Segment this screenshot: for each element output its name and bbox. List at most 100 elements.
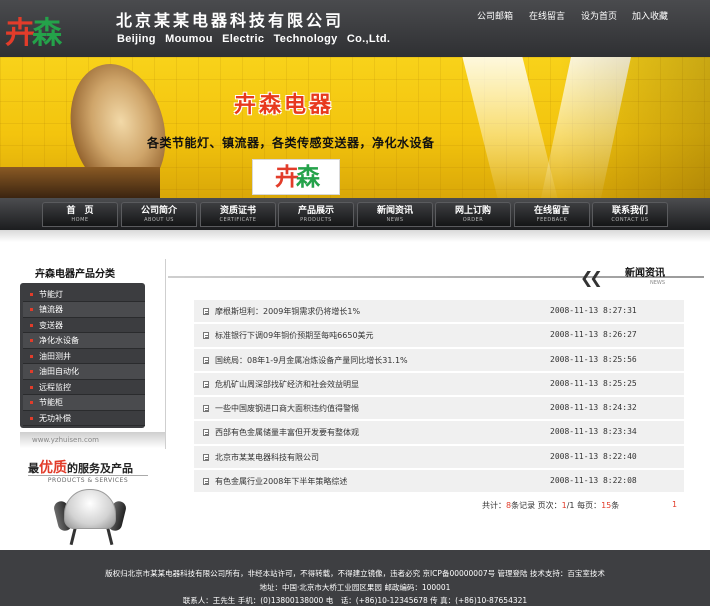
category-label: 油田自动化 [39, 367, 79, 377]
document-icon [203, 308, 209, 315]
category-item[interactable]: 远程监控 [23, 380, 145, 396]
service-title-suffix: 的服务及产品 [67, 462, 133, 475]
news-header-rule [168, 276, 704, 278]
banner-logo: 卉森 [252, 159, 340, 195]
banner-logo-glyph: 森 [296, 162, 320, 191]
sidebar-title: 卉森电器产品分类 [35, 269, 115, 280]
nav-label-en: CONTACT US [611, 217, 649, 223]
banner-slogan: 各类节能灯、镇流器，各类传感变送器，净化水设备 [147, 136, 435, 150]
category-label: 镇流器 [39, 305, 63, 315]
top-links: 公司邮箱 在线留言 设为首页 加入收藏 [0, 9, 710, 23]
double-chevron-icon: ❮❮ [580, 268, 603, 287]
pager-per-page: 15 [601, 501, 612, 510]
nav-item-news[interactable]: 新闻资讯 NEWS [357, 202, 433, 227]
nav-label: 在线留言 [533, 206, 570, 216]
page-link[interactable]: 1 [672, 500, 677, 509]
category-label: 净化水设备 [39, 336, 79, 346]
category-item[interactable]: 镇流器 [23, 302, 145, 318]
site-url-label: www.yzhuisen.com [20, 432, 165, 448]
nav-shadow [0, 230, 710, 242]
category-item[interactable]: 油田测井 [23, 349, 145, 365]
news-date: 2008-11-13 8:25:25 [550, 378, 637, 388]
category-item[interactable]: 净化水设备 [23, 333, 145, 349]
banner: 卉森电器 各类节能灯、镇流器，各类传感变送器，净化水设备 卉森 [0, 57, 710, 198]
category-label: 节能柜 [39, 398, 63, 408]
main-nav: 首 页 HOME 公司简介 ABOUT US 资质证书 CERTIFICATE 产品展… [0, 198, 710, 230]
nav-label-en: ORDER [462, 217, 484, 223]
news-item[interactable]: 有色金属行业2008年下半年策略综述 2008-11-13 8:22:08 [194, 470, 684, 495]
news-item[interactable]: 摩根斯坦利：2009年铜需求仍将增长1% 2008-11-13 8:27:31 [194, 300, 684, 325]
nav-label: 产品展示 [297, 206, 334, 216]
pager-total-label: 共计： [482, 501, 506, 510]
category-item[interactable]: 节能灯 [23, 287, 145, 303]
bullet-icon [30, 401, 33, 405]
footer-copyright: 版权归北京市某某电器科技有限公司所有，非经本站许可，不得转载，不得建立镜像，违者… [105, 569, 605, 578]
document-icon [203, 478, 209, 486]
page: 卉森 北京某某电器科技有限公司 Beijing Moumou Electric … [0, 0, 710, 606]
nav-label: 资质证书 [219, 206, 256, 216]
banner-brand: 卉森电器 [234, 92, 335, 118]
nav-label: 联系我们 [611, 206, 648, 216]
nav-label-en: CERTIFICATE [219, 217, 257, 223]
category-item[interactable]: 变送器 [23, 318, 145, 334]
nav-label: 首 页 [66, 206, 94, 216]
bullet-icon [30, 339, 33, 343]
category-label: 变送器 [39, 320, 63, 330]
toplink-set-homepage[interactable]: 设为首页 [581, 9, 617, 22]
news-section-title-en: NEWS [650, 280, 666, 286]
nav-label: 新闻资讯 [376, 206, 413, 216]
news-item[interactable]: 西部有色金属储量丰富但开发要有整体观 2008-11-13 8:23:34 [194, 421, 684, 446]
service-title-highlight: 优质 [39, 460, 67, 476]
bullet-icon [30, 385, 33, 389]
news-item[interactable]: 危机矿山周深部找矿经济和社会效益明显 2008-11-13 8:25:25 [194, 372, 684, 398]
bullet-icon [30, 323, 33, 327]
news-item[interactable]: 一些中国废钢进口商大面积违约值得警惕 2008-11-13 8:24:32 [194, 397, 684, 422]
pager-per-page-unit: 条 [611, 501, 620, 510]
nav-item-contact[interactable]: 联系我们 CONTACT US [592, 202, 668, 227]
bullet-icon [30, 308, 33, 312]
service-title: 最优质的服务及产品 [28, 457, 133, 477]
news-item[interactable]: 标准银行下调09年铜价预期至每吨6650美元 2008-11-13 8:26:27 [194, 324, 684, 349]
nav-item-feedback[interactable]: 在线留言 FEEDBACK [514, 202, 590, 227]
news-date: 2008-11-13 8:24:32 [550, 403, 637, 413]
pager-total-unit: 条记录 [511, 501, 536, 510]
document-icon [203, 332, 209, 340]
nav-item-products[interactable]: 产品展示 PRODUCTS [278, 202, 354, 227]
nav-item-order[interactable]: 网上订购 ORDER [435, 202, 511, 227]
category-list: 节能灯 镇流器 变送器 净化水设备 油田测井 油田自动化 远程监控 节能柜 无功… [20, 283, 145, 428]
nav-item-certificate[interactable]: 资质证书 CERTIFICATE [200, 202, 276, 227]
category-item[interactable]: 无功补偿 [23, 411, 145, 427]
nav-item-home[interactable]: 首 页 HOME [42, 202, 118, 227]
document-icon [203, 453, 209, 461]
toplink-add-favorites[interactable]: 加入收藏 [632, 9, 668, 22]
footer-contact: 联系人：王先生 手机：(0)13800138000 电 话：(+86)10-12… [182, 596, 528, 605]
category-item[interactable]: 油田自动化 [23, 364, 145, 380]
document-icon [203, 356, 209, 364]
pager-page-label: 页次： [537, 501, 562, 510]
toplink-company-email[interactable]: 公司邮箱 [477, 9, 513, 22]
service-title-prefix: 最 [28, 462, 39, 475]
chair-product-image[interactable] [32, 487, 152, 546]
bullet-icon [30, 354, 33, 358]
category-label: 无功补偿 [39, 413, 71, 423]
news-date: 2008-11-13 8:23:34 [550, 427, 637, 437]
news-section-title: 新闻资讯 [625, 268, 665, 279]
pager-per-page-label: 每页： [577, 501, 602, 510]
category-label: 油田测井 [39, 351, 71, 361]
nav-item-about[interactable]: 公司简介 ABOUT US [121, 202, 197, 227]
toplink-online-message[interactable]: 在线留言 [529, 9, 565, 22]
news-date: 2008-11-13 8:25:56 [550, 354, 637, 364]
news-item[interactable]: 国统局：08年1-9月金属冶炼设备产量同比增长31.1% 2008-11-13 8… [194, 348, 684, 373]
news-item[interactable]: 北京市某某电器科技有限公司 2008-11-13 8:22:40 [194, 445, 684, 471]
banner-logo-glyph: 卉 [275, 162, 299, 191]
news-title: 危机矿山周深部找矿经济和社会效益明显 [215, 379, 359, 389]
bullet-icon [30, 370, 33, 374]
news-date: 2008-11-13 8:22:40 [550, 451, 637, 461]
news-title: 北京市某某电器科技有限公司 [215, 452, 319, 462]
pagination-info: 共计：8条记录 页次：1/1 每页：15条 [482, 500, 619, 511]
service-subtitle: PRODUCTS & SERVICES [28, 475, 148, 484]
category-item[interactable]: 节能柜 [23, 395, 145, 411]
news-title: 有色金属行业2008年下半年策略综述 [215, 477, 348, 487]
wood-base-image [0, 167, 160, 198]
site-footer: 版权归北京市某某电器科技有限公司所有，非经本站许可，不得转载，不得建立镜像，违者… [0, 550, 710, 606]
